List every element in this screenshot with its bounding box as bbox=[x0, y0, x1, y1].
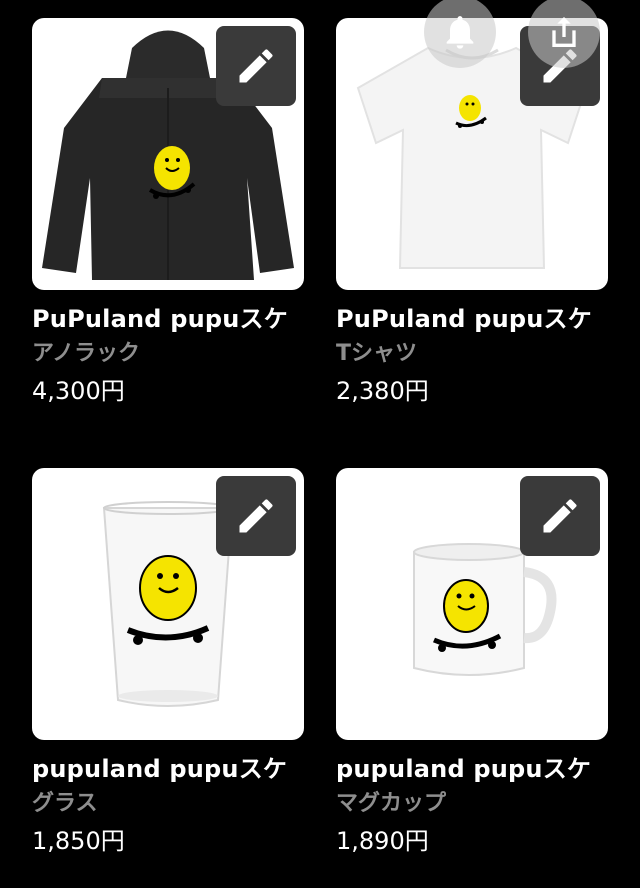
pencil-icon bbox=[239, 49, 273, 83]
edit-button[interactable] bbox=[216, 476, 296, 556]
edit-button[interactable] bbox=[520, 476, 600, 556]
bell-icon bbox=[446, 16, 474, 49]
product-category: グラス bbox=[32, 791, 98, 816]
pencil-icon bbox=[543, 499, 577, 533]
share-icon bbox=[552, 17, 576, 47]
product-image[interactable] bbox=[32, 468, 304, 740]
product-category: アノラック bbox=[32, 341, 141, 366]
product-category: マグカップ bbox=[336, 791, 447, 816]
product-image[interactable] bbox=[32, 18, 304, 290]
product-card[interactable]: pupuland pupuスケ マグカップ 1,890円 bbox=[336, 468, 608, 856]
edit-button[interactable] bbox=[216, 26, 296, 106]
product-card[interactable]: PuPuland pupuスケ アノラック 4,300円 bbox=[32, 18, 304, 406]
product-image[interactable] bbox=[336, 468, 608, 740]
product-card[interactable]: pupuland pupuスケ グラス 1,850円 bbox=[32, 468, 304, 856]
pencil-icon bbox=[239, 499, 273, 533]
product-title[interactable]: pupuland pupuスケ bbox=[336, 754, 608, 784]
product-card[interactable]: PuPuland pupuスケ Tシャツ 2,380円 bbox=[336, 18, 608, 406]
product-price: 2,380円 bbox=[336, 377, 429, 405]
product-price: 1,890円 bbox=[336, 827, 429, 855]
product-price: 4,300円 bbox=[32, 377, 125, 405]
product-title[interactable]: PuPuland pupuスケ bbox=[32, 304, 304, 334]
product-title[interactable]: PuPuland pupuスケ bbox=[336, 304, 608, 334]
product-price: 1,850円 bbox=[32, 827, 125, 855]
product-title[interactable]: pupuland pupuスケ bbox=[32, 754, 304, 784]
product-category: Tシャツ bbox=[336, 341, 418, 366]
